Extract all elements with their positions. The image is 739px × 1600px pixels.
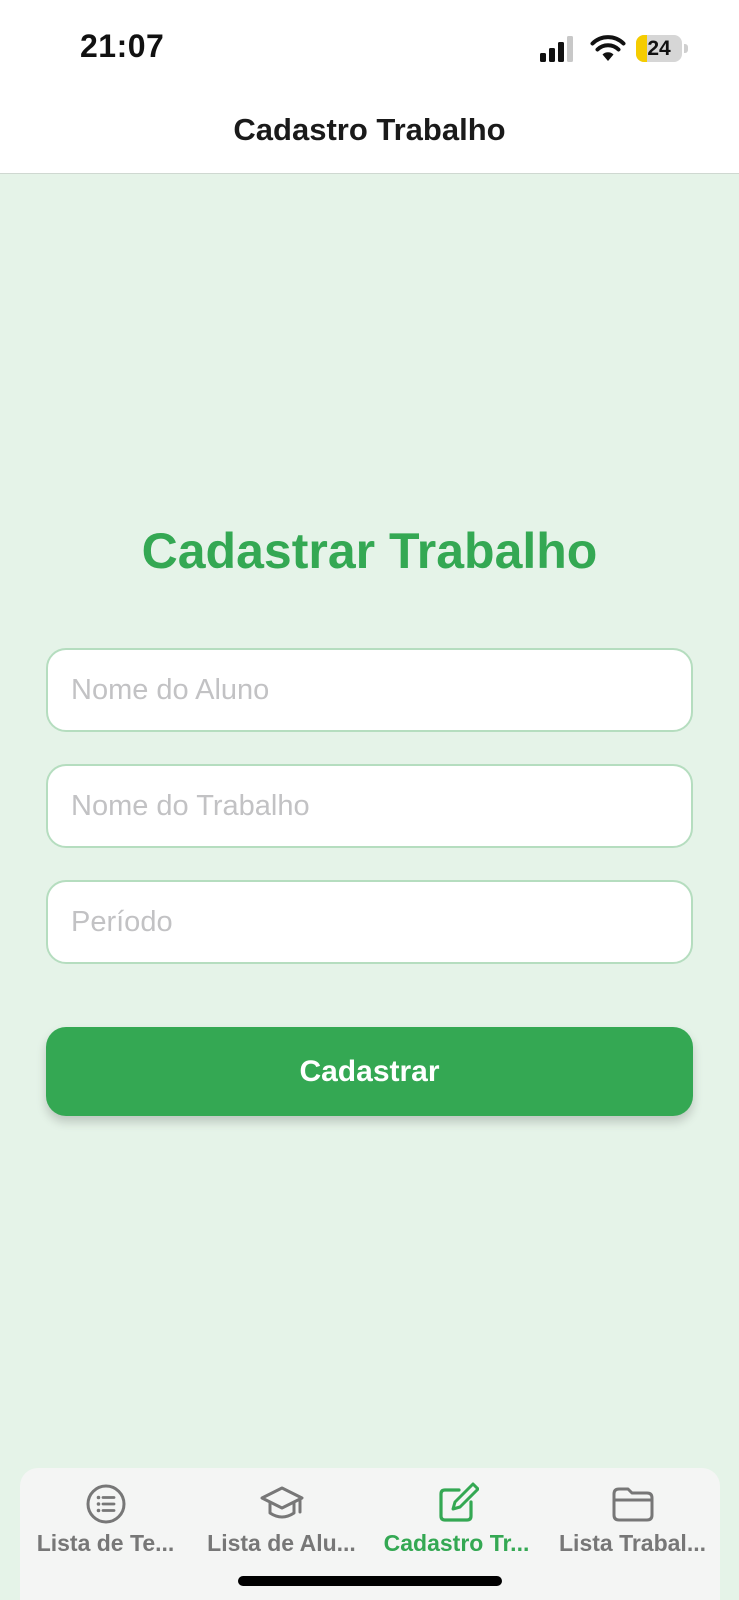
tab-label: Cadastro Tr... (383, 1530, 530, 1556)
wifi-icon (590, 35, 626, 61)
battery-level: 24 (647, 37, 671, 60)
tab-lista-trabalhos[interactable]: Lista Trabal... (545, 1482, 720, 1572)
nav-header: Cadastro Trabalho (0, 96, 739, 174)
edit-icon (438, 1482, 479, 1522)
tab-label: Lista de Alu... (207, 1530, 356, 1556)
battery-body: 24 (636, 35, 682, 62)
list-icon (86, 1484, 125, 1524)
tab-lista-alunos[interactable]: Lista de Alu... (194, 1482, 369, 1572)
tab-cadastro-trabalho[interactable]: Cadastro Tr... (369, 1482, 544, 1572)
student-name-input[interactable] (46, 648, 693, 732)
folder-icon (612, 1487, 653, 1522)
home-indicator[interactable] (238, 1576, 502, 1586)
page-title: Cadastro Trabalho (233, 111, 506, 147)
tab-label: Lista de Te... (36, 1530, 175, 1556)
form-heading: Cadastrar Trabalho (141, 523, 598, 579)
tab-label: Lista Trabal... (559, 1530, 706, 1556)
work-name-input[interactable] (46, 764, 693, 848)
graduation-cap-icon (260, 1486, 303, 1519)
status-time: 21:07 (80, 28, 165, 64)
battery-icon: 24 (636, 35, 688, 62)
period-input[interactable] (46, 880, 693, 964)
tab-lista-temas[interactable]: Lista de Te... (18, 1482, 193, 1572)
screen: 21:07 24 Cadastro Trabalho Cadastrar Tra… (0, 0, 739, 1600)
status-bar: 21:07 24 (0, 0, 739, 96)
signal-icon (540, 36, 573, 62)
submit-button[interactable]: Cadastrar (46, 1027, 693, 1116)
battery-cap (684, 44, 688, 53)
